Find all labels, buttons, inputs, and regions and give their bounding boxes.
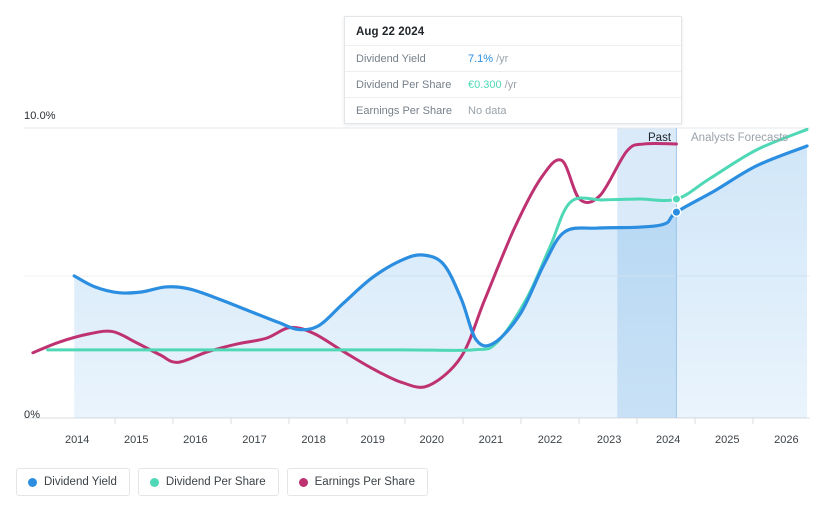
x-axis-tick-label: 2026 bbox=[774, 434, 799, 446]
x-axis-tick-label: 2019 bbox=[360, 434, 385, 446]
tooltip-row-dividend-yield: Dividend Yield 7.1%/yr bbox=[345, 46, 681, 72]
tooltip-value: €0.300 bbox=[468, 78, 502, 91]
forecast-period-label: Analysts Forecasts bbox=[691, 132, 789, 144]
x-axis-tick-label: 2018 bbox=[301, 434, 326, 446]
tooltip-value: 7.1% bbox=[468, 52, 494, 65]
tooltip-date: Aug 22 2024 bbox=[345, 17, 681, 46]
x-axis-tick-label: 2020 bbox=[419, 434, 445, 446]
legend-label: Dividend Per Share bbox=[165, 476, 266, 488]
x-axis-tick-label: 2022 bbox=[537, 434, 563, 446]
legend-item-earnings-per-share[interactable]: Earnings Per Share bbox=[286, 468, 428, 496]
chart-tooltip: Aug 22 2024 Dividend Yield 7.1%/yr Divid… bbox=[344, 16, 682, 124]
x-axis-tick-label: 2014 bbox=[64, 434, 90, 446]
legend-item-dividend-yield[interactable]: Dividend Yield bbox=[16, 468, 130, 496]
past-period-label: Past bbox=[648, 132, 672, 144]
legend-dot-icon bbox=[298, 477, 308, 487]
tooltip-label: Dividend Per Share bbox=[356, 78, 452, 91]
tooltip-row-dividend-per-share: Dividend Per Share €0.300/yr bbox=[345, 72, 681, 98]
tooltip-value-group: No data bbox=[468, 105, 510, 117]
legend-item-dividend-per-share[interactable]: Dividend Per Share bbox=[137, 468, 279, 496]
tooltip-label: Earnings Per Share bbox=[356, 104, 452, 117]
y-axis-label-min: 0% bbox=[24, 409, 41, 421]
x-axis-tick-label: 2017 bbox=[242, 434, 267, 446]
tooltip-value-group: 7.1%/yr bbox=[468, 53, 508, 65]
x-axis-tick-label: 2024 bbox=[655, 434, 681, 446]
tooltip-unit: /yr bbox=[496, 52, 509, 65]
x-axis-tick-label: 2025 bbox=[715, 434, 740, 446]
y-axis-label-max: 10.0% bbox=[24, 110, 56, 122]
x-axis-tick-label: 2016 bbox=[183, 434, 208, 446]
x-axis-ticks bbox=[114, 418, 754, 424]
data-point-marker[interactable] bbox=[671, 194, 682, 204]
tooltip-label: Dividend Yield bbox=[356, 52, 426, 65]
x-axis-tick-label: 2015 bbox=[124, 434, 149, 446]
x-axis-tick-label: 2021 bbox=[478, 434, 504, 446]
tooltip-value: No data bbox=[468, 104, 507, 117]
data-point-marker[interactable] bbox=[671, 207, 682, 218]
legend-label: Dividend Yield bbox=[44, 476, 117, 488]
tooltip-value-group: €0.300/yr bbox=[468, 79, 517, 91]
legend-label: Earnings Per Share bbox=[314, 476, 415, 488]
legend-dot-icon bbox=[149, 477, 159, 487]
x-axis-tick-label: 2023 bbox=[596, 434, 622, 446]
legend-dot-icon bbox=[28, 477, 37, 487]
tooltip-row-earnings-per-share: Earnings Per Share No data bbox=[345, 98, 681, 123]
chart-legend[interactable]: Dividend Yield Dividend Per Share Earnin… bbox=[16, 468, 428, 496]
tooltip-unit: /yr bbox=[504, 78, 517, 91]
